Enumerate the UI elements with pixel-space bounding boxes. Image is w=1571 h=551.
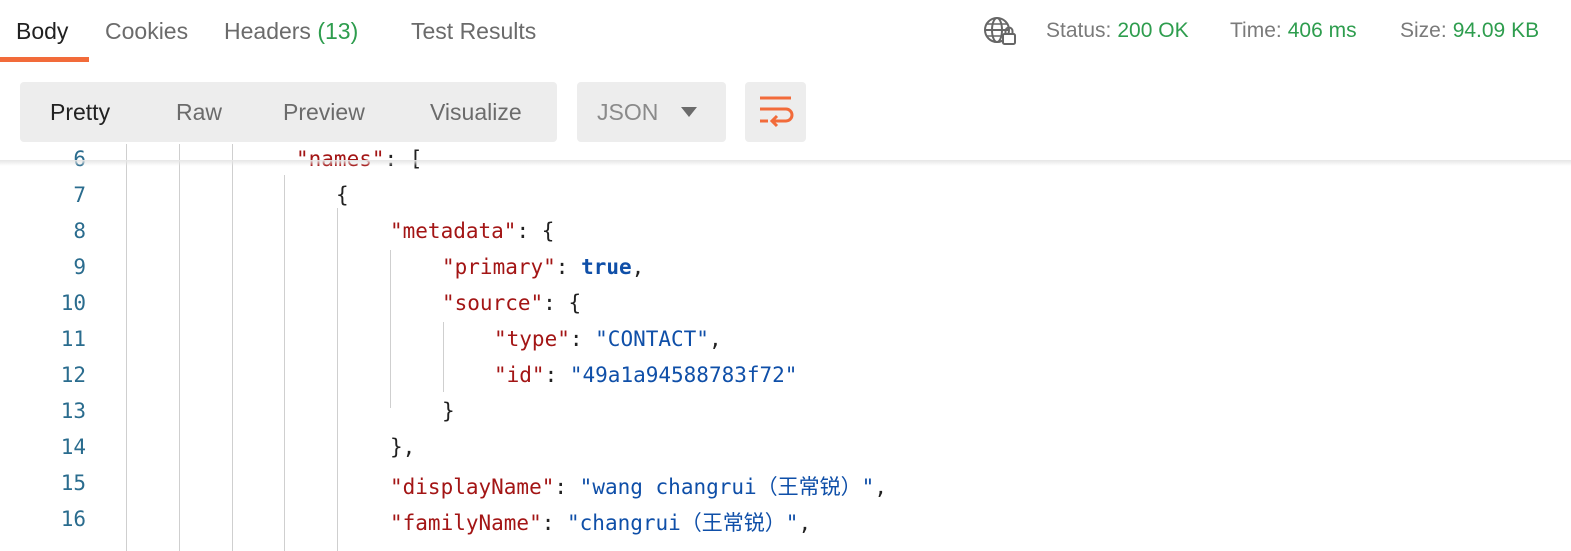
time-indicator[interactable]: Time: 406 ms xyxy=(1230,14,1357,48)
line-number: 15 xyxy=(60,471,86,495)
tab-cookies[interactable]: Cookies xyxy=(105,14,188,48)
globe-lock-icon[interactable] xyxy=(982,14,1018,48)
wrap-lines-icon xyxy=(760,96,794,128)
format-dropdown-value: JSON xyxy=(597,99,659,125)
raw-button[interactable]: Raw xyxy=(176,82,222,142)
json-string: "changrui（王常锐）" xyxy=(567,511,799,535)
json-key: "familyName" xyxy=(390,511,542,535)
line-number: 16 xyxy=(60,507,86,531)
code-line: "displayName": "wang changrui（王常锐）", xyxy=(390,471,887,501)
line-number: 10 xyxy=(60,291,86,315)
line-number: 6 xyxy=(73,147,86,171)
json-punct: : xyxy=(555,255,582,279)
json-punct: , xyxy=(631,255,645,279)
line-number: 12 xyxy=(60,363,86,387)
indent-guide xyxy=(390,250,391,408)
code-line: "id": "49a1a94588783f72" xyxy=(494,363,797,387)
json-code-viewer[interactable]: 6 7 8 9 10 11 12 13 14 15 16 "names": [ … xyxy=(20,144,1571,551)
code-line: "metadata": { xyxy=(390,219,554,243)
size-indicator[interactable]: Size: 94.09 KB xyxy=(1400,14,1539,48)
headers-count-badge: (13) xyxy=(317,18,359,44)
indent-guide xyxy=(337,208,338,551)
json-boolean: true xyxy=(581,255,632,279)
status-value: 200 OK xyxy=(1117,19,1189,42)
json-punct: { xyxy=(336,183,349,207)
indent-guide xyxy=(179,144,180,551)
pretty-button[interactable]: Pretty xyxy=(50,82,110,142)
code-line: } xyxy=(442,399,455,423)
line-number: 13 xyxy=(60,399,86,423)
json-punct: }, xyxy=(390,435,416,459)
chevron-down-icon xyxy=(681,107,697,117)
json-string: "49a1a94588783f72" xyxy=(569,363,798,387)
code-line: "source": { xyxy=(442,291,581,315)
preview-button[interactable]: Preview xyxy=(283,82,365,142)
indent-guide xyxy=(443,322,444,392)
json-punct: : xyxy=(544,363,570,387)
code-line: "primary": true, xyxy=(442,255,644,279)
json-punct: , xyxy=(798,511,812,535)
json-string: "wang changrui（王常锐）" xyxy=(579,475,875,499)
json-key: "metadata" xyxy=(390,219,517,243)
json-key: "displayName" xyxy=(390,475,555,499)
json-punct: : xyxy=(541,511,568,535)
code-line: }, xyxy=(390,435,415,459)
json-key: "source" xyxy=(442,291,544,315)
line-number: 11 xyxy=(60,327,86,351)
json-punct: : { xyxy=(516,219,555,243)
json-key: "names" xyxy=(296,147,385,171)
indent-guide xyxy=(126,144,127,551)
size-label: Size: xyxy=(1400,19,1447,42)
line-number: 7 xyxy=(73,183,86,207)
json-punct: , xyxy=(708,327,722,351)
line-number: 9 xyxy=(73,255,86,279)
size-value: 94.09 KB xyxy=(1452,19,1540,42)
json-punct: , xyxy=(874,475,887,499)
status-indicator[interactable]: Status: 200 OK xyxy=(1046,14,1189,48)
wrap-lines-button[interactable] xyxy=(745,82,806,142)
json-key: "primary" xyxy=(442,255,556,279)
time-label: Time: xyxy=(1230,19,1282,42)
line-number: 8 xyxy=(73,219,86,243)
toolbar-shadow xyxy=(0,160,1571,166)
indent-guide xyxy=(284,175,285,551)
format-dropdown[interactable]: JSON xyxy=(577,82,726,142)
tab-headers[interactable]: Headers (13) xyxy=(224,14,358,48)
code-line: "familyName": "changrui（王常锐）", xyxy=(390,507,811,537)
code-line: "names": [ xyxy=(296,147,422,171)
tab-body-underline xyxy=(0,57,89,62)
time-value: 406 ms xyxy=(1287,19,1357,42)
tab-test-results[interactable]: Test Results xyxy=(411,14,536,48)
indent-guide xyxy=(232,144,233,551)
code-line: { xyxy=(336,183,349,207)
json-key: "id" xyxy=(494,363,545,387)
response-tabs: Body Cookies Headers (13) Test Results S… xyxy=(0,0,1571,62)
status-label: Status: xyxy=(1046,19,1112,42)
code-line: "type": "CONTACT", xyxy=(494,327,722,351)
tab-body[interactable]: Body xyxy=(16,14,68,48)
tab-headers-label: Headers xyxy=(224,18,311,44)
json-punct: : { xyxy=(543,291,582,315)
json-string: "CONTACT" xyxy=(595,327,709,351)
json-punct: : xyxy=(554,475,580,499)
json-punct: : xyxy=(569,327,596,351)
line-number: 14 xyxy=(60,435,86,459)
view-mode-segmented-control: Pretty Raw Preview Visualize xyxy=(20,82,557,142)
visualize-button[interactable]: Visualize xyxy=(430,82,522,142)
json-punct: } xyxy=(442,399,455,423)
json-key: "type" xyxy=(494,327,570,351)
json-punct: : [ xyxy=(384,147,423,171)
